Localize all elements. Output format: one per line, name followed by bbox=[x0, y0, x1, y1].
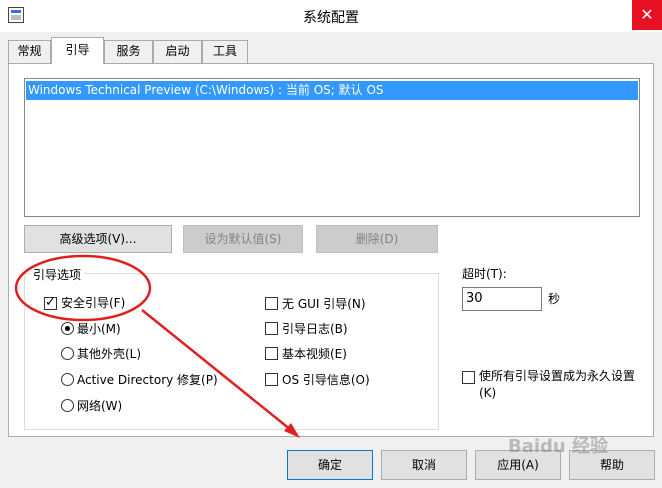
tab-boot[interactable]: 引导 bbox=[51, 37, 104, 64]
window-title: 系统配置 bbox=[303, 10, 359, 26]
title-bar: 系统配置 ✕ bbox=[0, 0, 662, 32]
minimal-label: 最小(M) bbox=[77, 322, 121, 336]
safe-boot-label: 安全引导(F) bbox=[61, 296, 126, 310]
os-boot-info-label: OS 引导信息(O) bbox=[282, 373, 370, 387]
ad-repair-radio[interactable] bbox=[61, 373, 74, 386]
ad-repair-label: Active Directory 修复(P) bbox=[77, 373, 218, 387]
baidu-watermark: Baidu 经验 bbox=[508, 436, 609, 457]
alternate-shell-radio[interactable] bbox=[61, 347, 74, 360]
tab-tools[interactable]: 工具 bbox=[202, 40, 248, 63]
safe-boot-checkbox[interactable] bbox=[44, 295, 57, 310]
timeout-unit: 秒 bbox=[548, 292, 561, 306]
os-boot-info-checkbox[interactable] bbox=[265, 373, 278, 386]
delete-button[interactable]: 删除(D) bbox=[316, 225, 438, 253]
close-button[interactable]: ✕ bbox=[632, 0, 662, 30]
advanced-options-button[interactable]: 高级选项(V)... bbox=[24, 225, 172, 253]
tab-services[interactable]: 服务 bbox=[104, 40, 153, 63]
tab-general[interactable]: 常规 bbox=[8, 40, 51, 63]
ok-button[interactable]: 确定 bbox=[287, 450, 373, 480]
minimal-radio[interactable] bbox=[61, 322, 74, 335]
base-video-checkbox[interactable] bbox=[265, 347, 278, 360]
network-label: 网络(W) bbox=[77, 399, 123, 413]
set-default-button[interactable]: 设为默认值(S) bbox=[183, 225, 303, 253]
make-permanent-label: 使所有引导设置成为永久设置 bbox=[479, 369, 636, 383]
base-video-label: 基本视频(E) bbox=[282, 347, 347, 361]
tab-startup[interactable]: 启动 bbox=[153, 40, 202, 63]
boot-log-checkbox[interactable] bbox=[265, 322, 278, 335]
timeout-input[interactable]: 30 bbox=[462, 287, 542, 311]
boot-log-label: 引导日志(B) bbox=[282, 322, 348, 336]
network-radio[interactable] bbox=[61, 399, 74, 412]
no-gui-boot-label: 无 GUI 引导(N) bbox=[282, 297, 366, 311]
timeout-label: 超时(T): bbox=[462, 267, 507, 281]
boot-options-title: 引导选项 bbox=[30, 266, 85, 283]
alternate-shell-label: 其他外壳(L) bbox=[77, 347, 142, 361]
os-list-item[interactable]: Windows Technical Preview (C:\Windows) :… bbox=[26, 81, 638, 100]
make-permanent-label-key: (K) bbox=[479, 386, 497, 400]
make-permanent-checkbox[interactable] bbox=[462, 371, 475, 384]
cancel-button[interactable]: 取消 bbox=[381, 450, 467, 480]
no-gui-boot-checkbox[interactable] bbox=[265, 297, 278, 310]
